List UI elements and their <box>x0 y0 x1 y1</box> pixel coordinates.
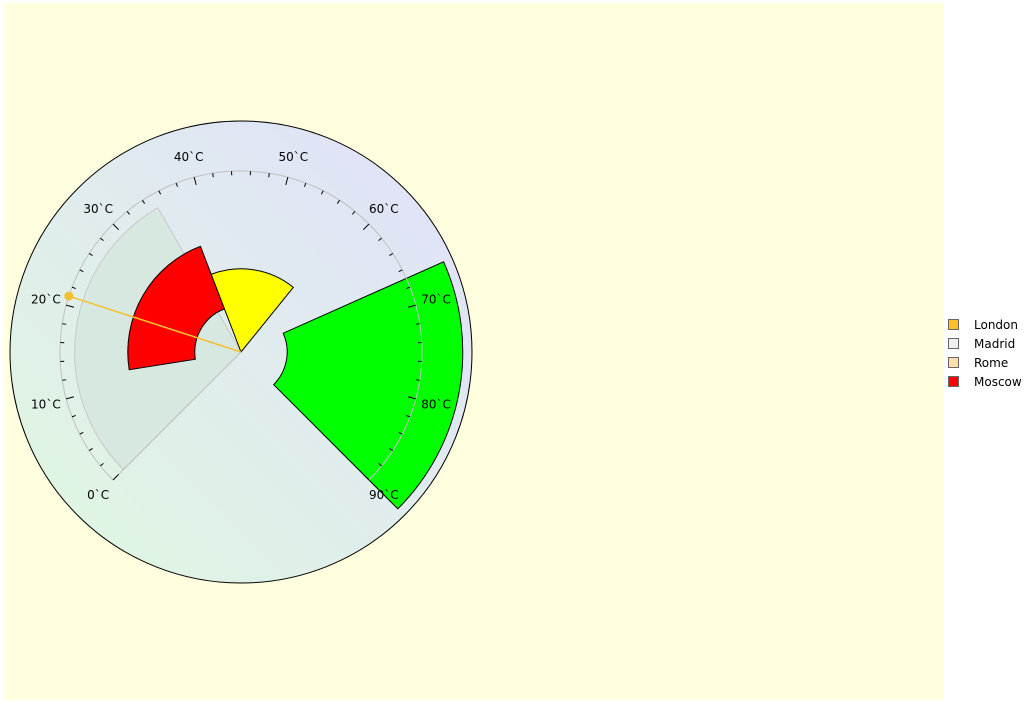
needle-tip <box>64 291 74 301</box>
tick-label: 30`C <box>83 202 113 216</box>
legend-label: Madrid <box>974 336 1016 351</box>
tick-label: 60`C <box>369 202 399 216</box>
minor-tick <box>415 323 420 325</box>
tick-label: 50`C <box>278 150 308 164</box>
tick-label: 90`C <box>369 488 399 502</box>
legend: London Madrid Rome Moscow <box>948 315 1028 391</box>
legend-swatch-madrid <box>948 338 959 349</box>
tick-label: 0`C <box>87 488 109 502</box>
legend-swatch-london <box>948 319 959 330</box>
legend-item-madrid: Madrid <box>948 334 1028 353</box>
legend-item-moscow: Moscow <box>948 372 1028 391</box>
plot-area: 0`C 10`C 20`C 30`C 40`C 50`C 60`C 70`C 80`C 90`C <box>4 3 944 700</box>
tick-label: 80`C <box>421 397 451 411</box>
legend-label: London <box>974 317 1018 332</box>
legend-swatch-moscow <box>948 376 959 387</box>
tick-label: 70`C <box>421 293 451 307</box>
legend-item-london: London <box>948 315 1028 334</box>
tick-label: 10`C <box>31 397 61 411</box>
minor-tick <box>268 173 270 178</box>
tick-label: 20`C <box>31 293 61 307</box>
legend-label: Moscow <box>974 374 1022 389</box>
minor-tick <box>62 323 67 325</box>
minor-tick <box>212 173 214 178</box>
gauge-chart: 0`C 10`C 20`C 30`C 40`C 50`C 60`C 70`C 80`C 90`C <box>9 120 473 584</box>
legend-label: Rome <box>974 355 1009 370</box>
minor-tick <box>415 379 420 381</box>
minor-tick <box>62 379 67 381</box>
legend-swatch-rome <box>948 357 959 368</box>
tick-label: 40`C <box>174 150 204 164</box>
legend-item-rome: Rome <box>948 353 1028 372</box>
